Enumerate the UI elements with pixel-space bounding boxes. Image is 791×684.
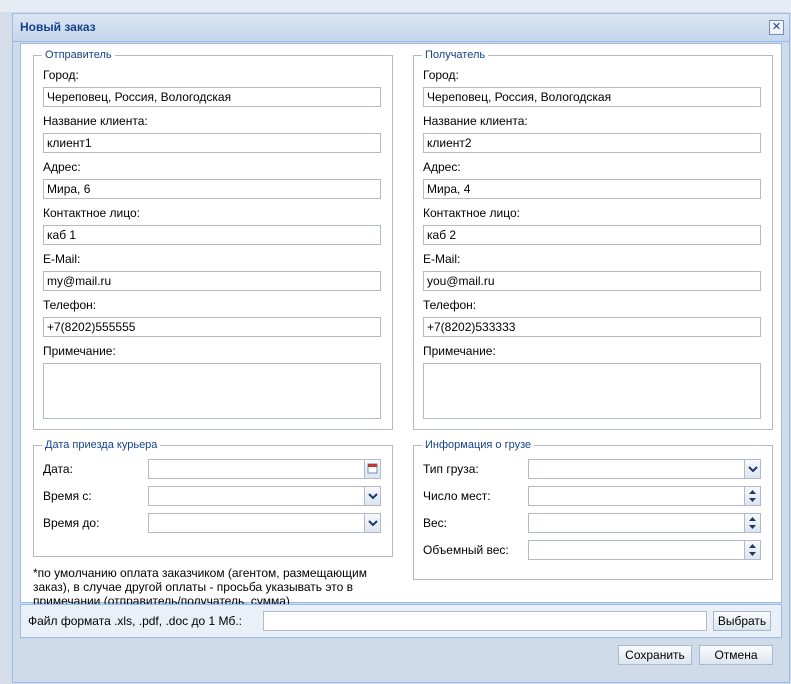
recipient-note-label: Примечание: (423, 344, 496, 358)
courier-from-label: Время с: (43, 489, 92, 503)
sender-client-label: Название клиента: (43, 114, 148, 128)
cargo-type-label: Тип груза: (423, 462, 479, 476)
chevron-glyph (368, 493, 378, 500)
cargo-volume-label: Объемный вес: (423, 543, 509, 557)
spinner-glyph (749, 490, 756, 502)
payment-note: *по умолчанию оплата заказчиком (агентом… (33, 566, 367, 608)
calendar-icon[interactable] (364, 459, 381, 479)
browse-button[interactable]: Выбрать (713, 611, 771, 631)
calendar-glyph (367, 463, 378, 474)
chevron-down-icon[interactable] (744, 459, 761, 479)
sender-email-label: E-Mail: (43, 252, 81, 266)
spinner-icon[interactable] (744, 513, 761, 533)
sender-address-label: Адрес: (43, 160, 81, 174)
file-label: Файл формата .xls, .pdf, .doc до 1 Мб.: (28, 614, 243, 628)
spinner-glyph (749, 517, 756, 529)
sender-city-field[interactable]: Череповец, Россия, Вологодская (43, 87, 381, 107)
cargo-type-combo[interactable] (528, 459, 745, 479)
spinner-icon[interactable] (744, 540, 761, 560)
courier-to-label: Время до: (43, 516, 100, 530)
cargo-weight-label: Вес: (423, 516, 448, 530)
recipient-email-label: E-Mail: (423, 252, 461, 266)
sender-address-field[interactable]: Мира, 6 (43, 179, 381, 199)
recipient-contact-label: Контактное лицо: (423, 206, 520, 220)
recipient-email-field[interactable]: you@mail.ru (423, 271, 761, 291)
recipient-client-label: Название клиента: (423, 114, 528, 128)
sender-legend: Отправитель (45, 49, 112, 61)
recipient-city-label: Город: (423, 68, 459, 82)
sender-phone-field[interactable]: +7(8202)555555 (43, 317, 381, 337)
sender-note-label: Примечание: (43, 344, 116, 358)
close-icon[interactable]: ✕ (769, 20, 784, 35)
sender-contact-field[interactable]: каб 1 (43, 225, 381, 245)
new-order-dialog: Новый заказ ✕ Отправитель Город: Черепов… (12, 13, 790, 683)
recipient-address-field[interactable]: Мира, 4 (423, 179, 761, 199)
dialog-title: Новый заказ (20, 20, 96, 34)
spinner-icon[interactable] (744, 486, 761, 506)
recipient-contact-field[interactable]: каб 2 (423, 225, 761, 245)
courier-from-combo[interactable] (148, 486, 365, 506)
sender-city-label: Город: (43, 68, 79, 82)
cargo-weight-field[interactable] (528, 513, 745, 533)
chevron-glyph (368, 520, 378, 527)
cancel-button[interactable]: Отмена (699, 645, 773, 665)
sender-contact-label: Контактное лицо: (43, 206, 140, 220)
spinner-glyph (749, 544, 756, 556)
cargo-seats-field[interactable] (528, 486, 745, 506)
courier-date-label: Дата: (43, 462, 73, 476)
courier-date-field[interactable] (148, 459, 365, 479)
file-path-field[interactable] (263, 611, 707, 631)
file-bar: Файл формата .xls, .pdf, .doc до 1 Мб.: … (20, 604, 782, 638)
recipient-address-label: Адрес: (423, 160, 461, 174)
chevron-down-icon[interactable] (364, 486, 381, 506)
dialog-body: Отправитель Город: Череповец, Россия, Во… (20, 43, 782, 608)
chevron-glyph (748, 466, 758, 473)
recipient-legend: Получатель (425, 49, 486, 61)
recipient-phone-label: Телефон: (423, 298, 477, 312)
sender-client-field[interactable]: клиент1 (43, 133, 381, 153)
recipient-phone-field[interactable]: +7(8202)533333 (423, 317, 761, 337)
recipient-city-field[interactable]: Череповец, Россия, Вологодская (423, 87, 761, 107)
sender-note-textarea[interactable] (43, 363, 381, 419)
chevron-down-icon[interactable] (364, 513, 381, 533)
cargo-volume-field[interactable] (528, 540, 745, 560)
sender-phone-label: Телефон: (43, 298, 97, 312)
sender-email-field[interactable]: my@mail.ru (43, 271, 381, 291)
cargo-seats-label: Число мест: (423, 489, 491, 503)
save-button[interactable]: Сохранить (618, 645, 692, 665)
cargo-legend: Информация о грузе (425, 439, 532, 451)
recipient-client-field[interactable]: клиент2 (423, 133, 761, 153)
dialog-titlebar: Новый заказ ✕ (13, 14, 789, 42)
courier-legend: Дата приезда курьера (45, 439, 158, 451)
courier-to-combo[interactable] (148, 513, 365, 533)
background-app-strip (0, 0, 791, 12)
recipient-note-textarea[interactable] (423, 363, 761, 419)
